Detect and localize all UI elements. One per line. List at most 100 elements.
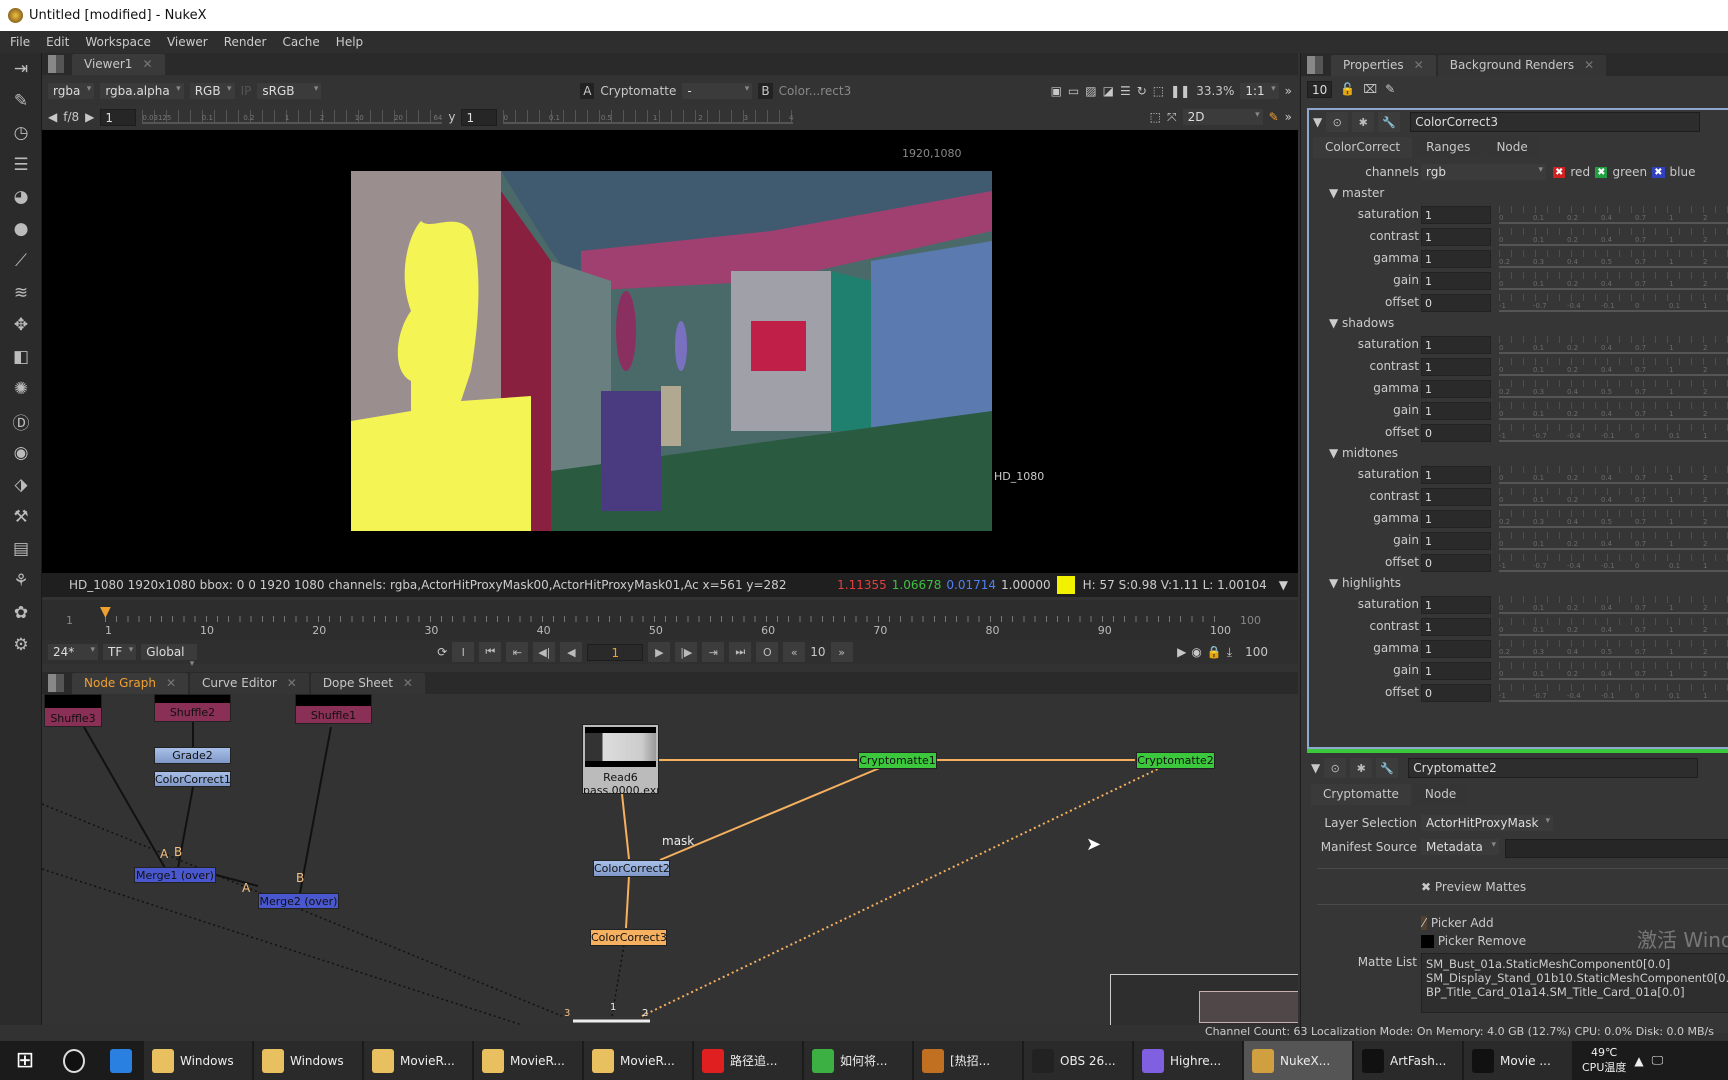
panel-menu-icon[interactable] <box>48 674 64 692</box>
prev-keyframe-button[interactable]: ⇤ <box>506 642 529 662</box>
roi-select-icon[interactable]: ⬚ <box>1150 110 1161 124</box>
alpha-channel-dropdown[interactable]: rgba.alpha <box>100 83 184 99</box>
roi-icon[interactable]: ▣ <box>1051 84 1062 98</box>
taskbar-item[interactable]: MovieR... <box>364 1041 472 1080</box>
flower-icon[interactable]: ✿ <box>0 597 42 629</box>
gain-field[interactable]: 1 <box>100 108 137 126</box>
manifest-source-dropdown[interactable]: Metadata <box>1421 839 1499 855</box>
master-gain-slider[interactable]: 0 0.1 0.2 0.4 0.7 1 2 <box>1499 272 1728 290</box>
record-icon[interactable]: ◉ <box>1191 645 1201 659</box>
step-forward-button[interactable]: » <box>830 642 853 662</box>
tab-viewer1[interactable]: Viewer1 ✕ <box>72 54 165 75</box>
shadows-gamma-field[interactable]: 1 <box>1421 380 1491 398</box>
menu-render[interactable]: Render <box>224 35 267 49</box>
paint-brush-icon[interactable]: ✎ <box>0 85 42 117</box>
highlights-contrast-slider[interactable]: 0 0.1 0.2 0.4 0.7 1 2 <box>1499 618 1728 636</box>
close-icon[interactable]: ✕ <box>142 57 152 71</box>
taskbar-item[interactable]: Windows <box>254 1041 362 1080</box>
color-picker-icon[interactable]: ✎ <box>1269 110 1279 124</box>
range-dropdown[interactable]: Global <box>141 644 198 669</box>
range-icon[interactable]: ⤓ <box>1227 645 1232 660</box>
menu-file[interactable]: File <box>10 35 30 49</box>
master-gain-field[interactable]: 1 <box>1421 272 1491 290</box>
play-backward-button[interactable]: ◀ <box>560 642 583 662</box>
shadows-offset-field[interactable]: 0 <box>1421 424 1491 442</box>
eye-icon[interactable]: ◉ <box>0 437 42 469</box>
highlights-offset-slider[interactable]: -1 -0.7 -0.4 -0.1 0 0.1 1 <box>1499 684 1728 702</box>
d-icon[interactable]: Ⓓ <box>0 405 42 437</box>
timeline-start[interactable]: 1 <box>66 614 73 627</box>
node-shuffle3[interactable]: Shuffle3 <box>44 694 102 727</box>
blue-checkbox[interactable]: ✖ <box>1652 166 1665 178</box>
shadows-contrast-field[interactable]: 1 <box>1421 358 1491 376</box>
bug-icon[interactable]: ✱ <box>1350 758 1373 778</box>
menu-cache[interactable]: Cache <box>282 35 319 49</box>
taskbar-item[interactable]: NukeX... <box>1244 1041 1352 1080</box>
master-gamma-slider[interactable]: 0.2 0.3 0.4 0.5 0.7 1 2 <box>1499 250 1728 268</box>
midtones-contrast-slider[interactable]: 0 0.1 0.2 0.4 0.7 1 2 <box>1499 488 1728 506</box>
current-frame-field[interactable]: 1 <box>587 643 644 661</box>
highlights-saturation-field[interactable]: 1 <box>1421 596 1491 614</box>
gain-slider[interactable]: 0.03125 0.1 0.2 1 2 10 20 64 <box>142 110 443 124</box>
lines-icon[interactable]: ☰ <box>1120 84 1131 98</box>
loop-icon[interactable]: ⟳ <box>437 645 447 659</box>
expand-icon[interactable]: » <box>1285 84 1292 98</box>
section-midtones[interactable]: ▼ midtones <box>1329 446 1398 460</box>
collapse-icon[interactable]: ▼ <box>1311 761 1320 775</box>
channels-dropdown[interactable]: rgba <box>48 83 95 99</box>
taskbar-item[interactable]: Windows <box>144 1041 252 1080</box>
master-contrast-field[interactable]: 1 <box>1421 228 1491 246</box>
node-grade2[interactable]: Grade2 <box>154 747 231 764</box>
clear-panels-icon[interactable]: ⌧ <box>1363 82 1377 96</box>
node-cryptomatte1[interactable]: Cryptomatte1 <box>858 752 937 769</box>
axis-icon[interactable]: ⤧ <box>1167 110 1177 125</box>
taskbar-item[interactable]: ArtFash... <box>1354 1041 1462 1080</box>
taskbar-item[interactable]: OBS 26... <box>1024 1041 1132 1080</box>
tab-node-graph[interactable]: Node Graph ✕ <box>72 673 189 694</box>
taskbar-item[interactable]: MovieR... <box>474 1041 582 1080</box>
zebra-icon[interactable]: ▨ <box>1085 84 1096 98</box>
collapse-icon[interactable]: ▼ <box>1329 576 1342 590</box>
node-read6[interactable]: Read6 pass.0000.exr <box>582 724 659 794</box>
node-shuffle2[interactable]: Shuffle2 <box>154 694 231 722</box>
timeline[interactable]: 1 100 1 10 20 30 40 50 60 70 80 90 100 ▼ <box>42 600 1298 640</box>
collapse-icon[interactable]: ▼ <box>1329 316 1342 330</box>
layers-icon[interactable]: ≋ <box>0 277 42 309</box>
taskbar-item[interactable]: Highre... <box>1134 1041 1242 1080</box>
red-checkbox[interactable]: ✖ <box>1553 166 1566 178</box>
close-icon[interactable]: ✕ <box>1414 58 1424 72</box>
fps-dropdown[interactable]: 24* <box>48 644 98 660</box>
picker-remove-button[interactable]: Picker Remove <box>1421 934 1526 948</box>
menu-workspace[interactable]: Workspace <box>85 35 151 49</box>
next-keyframe-button[interactable]: ⇥ <box>702 642 725 662</box>
midtones-gamma-slider[interactable]: 0.2 0.3 0.4 0.5 0.7 1 2 <box>1499 510 1728 528</box>
midtones-contrast-field[interactable]: 1 <box>1421 488 1491 506</box>
preview-mattes-checkbox[interactable]: ✖ Preview Mattes <box>1421 880 1526 894</box>
node-cryptomatte2[interactable]: Cryptomatte2 <box>1136 752 1215 769</box>
tag-icon[interactable]: ⬗ <box>0 469 42 501</box>
shadows-gain-field[interactable]: 1 <box>1421 402 1491 420</box>
step-field[interactable]: 10 <box>810 645 825 659</box>
zoom-level[interactable]: 33.3% <box>1196 84 1234 98</box>
node-merge2[interactable]: Merge2 (over) <box>258 893 339 909</box>
shadows-saturation-slider[interactable]: 0 0.1 0.2 0.4 0.7 1 2 <box>1499 336 1728 354</box>
input-b-node[interactable]: Color...rect3 <box>779 84 859 98</box>
circle-icon[interactable]: ● <box>0 213 42 245</box>
tab-colorcorrect[interactable]: ColorCorrect <box>1313 137 1413 158</box>
node-colorcorrect3[interactable]: ColorCorrect3 <box>590 929 667 946</box>
compare-op-dropdown[interactable]: - <box>682 83 753 99</box>
lut-dropdown[interactable]: sRGB <box>257 83 322 99</box>
transform-icon[interactable]: ✥ <box>0 309 42 341</box>
cube-icon[interactable]: ◧ <box>0 341 42 373</box>
shadows-gain-slider[interactable]: 0 0.1 0.2 0.4 0.7 1 2 <box>1499 402 1728 420</box>
shadows-contrast-slider[interactable]: 0 0.1 0.2 0.4 0.7 1 2 <box>1499 358 1728 376</box>
master-offset-slider[interactable]: -1 -0.7 -0.4 -0.1 0 0.1 1 <box>1499 294 1728 312</box>
pause-icon[interactable]: ❚❚ <box>1170 84 1190 98</box>
timeline-end[interactable]: 100 <box>1240 614 1261 627</box>
stack-icon[interactable]: ☰ <box>0 149 42 181</box>
close-icon[interactable]: ✕ <box>166 676 176 690</box>
tab-node[interactable]: Node <box>1412 784 1469 805</box>
keyer-icon[interactable]: ⟋ <box>0 245 42 277</box>
refresh-icon[interactable]: ↻ <box>1137 84 1147 98</box>
unlock-icon[interactable]: 🔓 <box>1340 82 1355 96</box>
